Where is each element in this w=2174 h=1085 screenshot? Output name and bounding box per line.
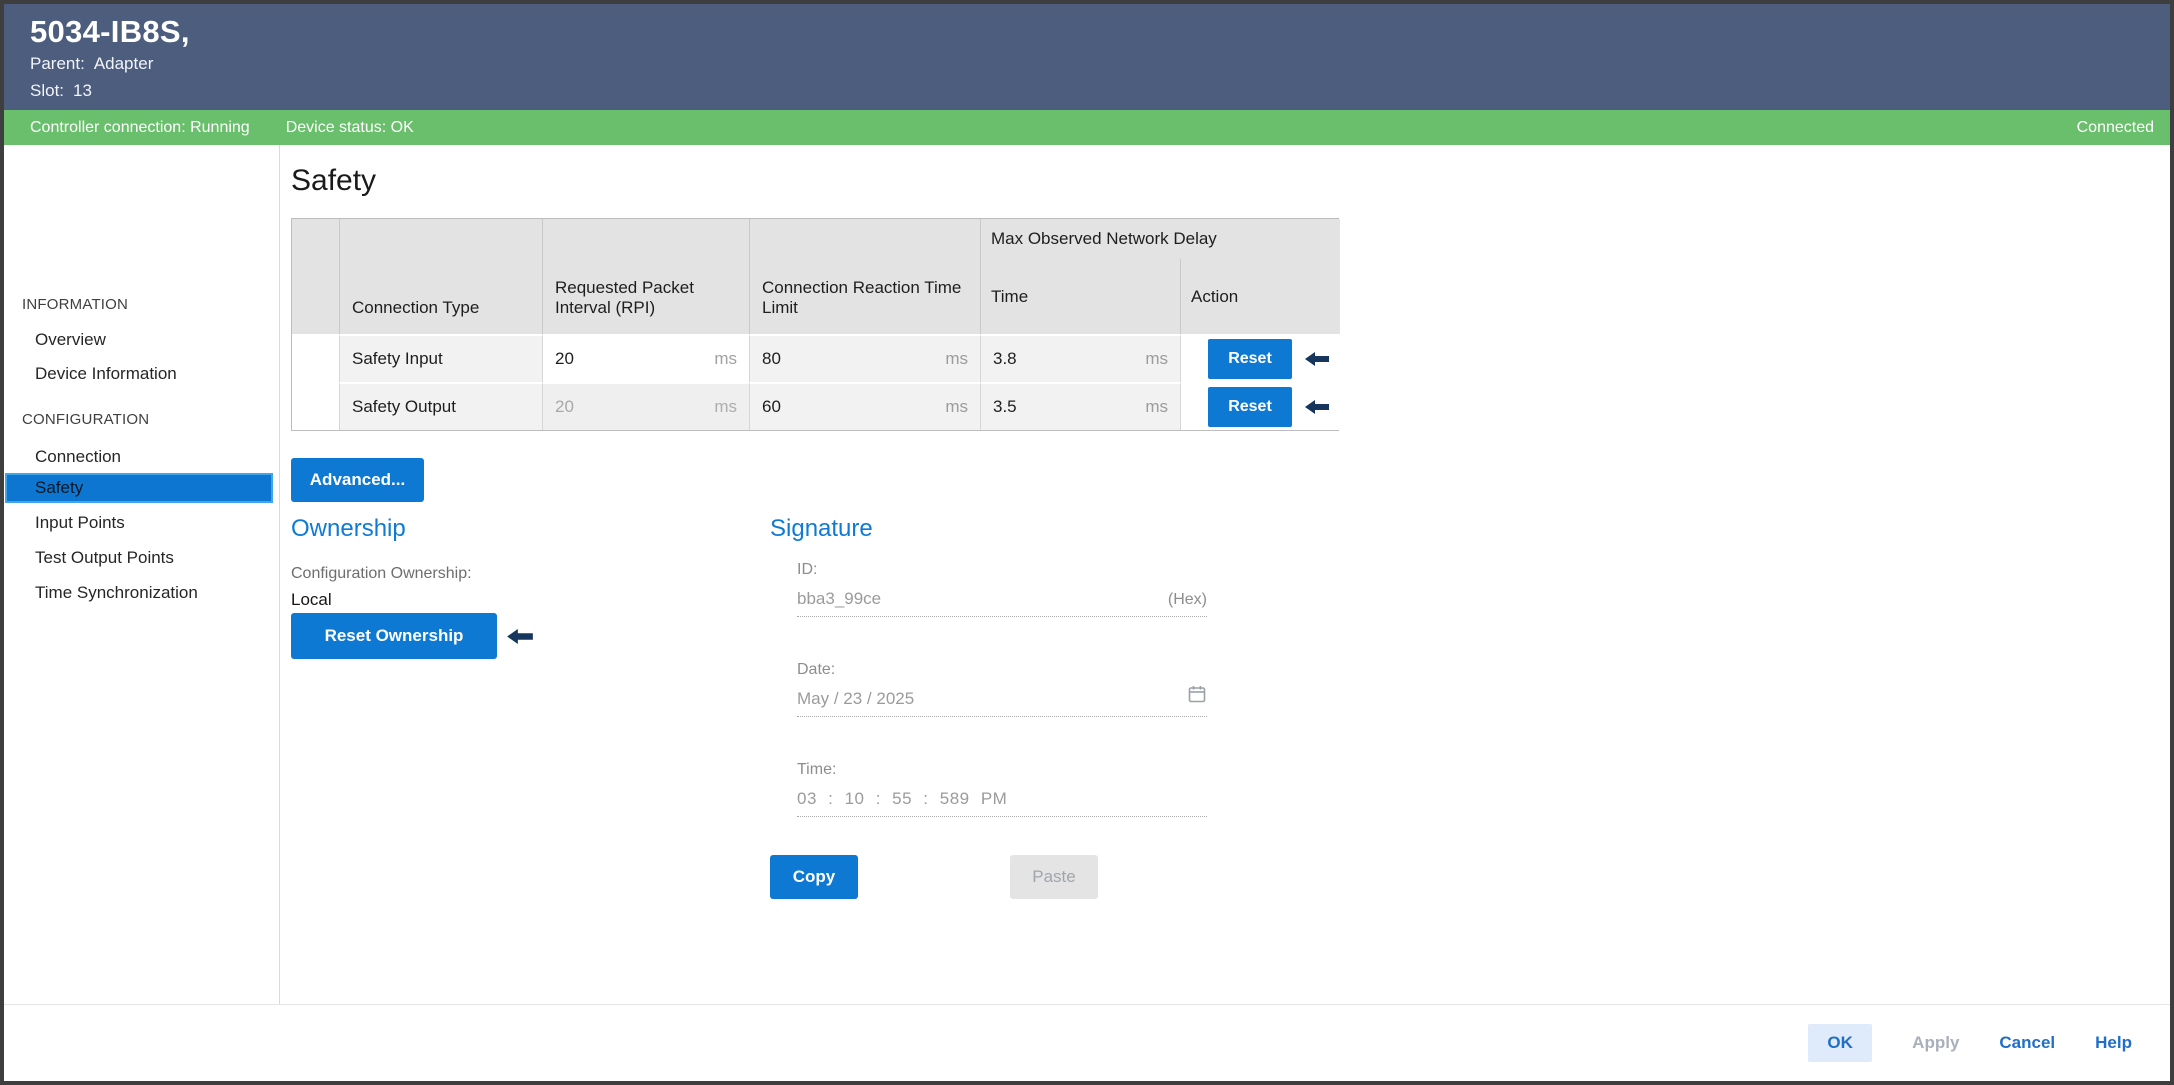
signature-id-hex-suffix: (Hex)	[1168, 591, 1207, 609]
calendar-icon	[1187, 684, 1207, 709]
parent-value: Adapter	[94, 54, 154, 73]
reaction-unit: ms	[945, 349, 968, 369]
reaction-value: 80	[762, 349, 781, 369]
delay-value: 3.5	[993, 397, 1017, 417]
sidebar-section-information: INFORMATION	[22, 296, 128, 313]
signature-id-field: bba3_99ce (Hex)	[797, 581, 1207, 617]
sidebar-item-overview[interactable]: Overview	[35, 330, 106, 350]
delay-unit: ms	[1145, 349, 1168, 369]
cancel-button[interactable]: Cancel	[1999, 1033, 2055, 1053]
rpi-value: 20	[555, 349, 574, 369]
rpi-value: 20	[555, 397, 574, 417]
col-header-empty	[292, 219, 340, 334]
connection-state-badge: Connected	[2077, 119, 2154, 137]
signature-id-value: bba3_99ce	[797, 589, 881, 609]
parent-row: Parent: Adapter	[30, 54, 153, 74]
row-selector	[292, 382, 340, 430]
apply-button: Apply	[1912, 1033, 1959, 1053]
controller-connection-status: Controller connection: Running	[30, 119, 250, 137]
reaction-unit: ms	[945, 397, 968, 417]
reaction-value: 60	[762, 397, 781, 417]
reset-delay-button[interactable]: Reset	[1208, 387, 1292, 427]
status-bar: Controller connection: Running Device st…	[4, 110, 2170, 145]
col-header-connection-type: Connection Type	[340, 219, 543, 334]
slot-label: Slot:	[30, 81, 64, 100]
cell-rpi-input[interactable]: 20 ms	[543, 334, 750, 382]
cell-rpi-input-disabled: 20 ms	[543, 382, 750, 430]
configuration-ownership-value: Local	[291, 590, 332, 610]
sidebar-item-test-output-points[interactable]: Test Output Points	[35, 548, 174, 568]
cell-connection-type: Safety Output	[340, 382, 543, 430]
slot-value: 13	[73, 81, 92, 100]
page-title: Safety	[291, 164, 376, 198]
slot-row: Slot: 13	[30, 81, 92, 101]
sidebar-item-safety[interactable]: Safety	[5, 473, 273, 503]
ownership-heading: Ownership	[291, 515, 406, 543]
row-selector	[292, 334, 340, 382]
signature-time-value: 03 : 10 : 55 : 589 PM	[797, 789, 1007, 809]
signature-date-value: May / 23 / 2025	[797, 689, 914, 709]
cell-action: Reset	[1181, 334, 1340, 382]
parent-label: Parent:	[30, 54, 85, 73]
signature-id-label: ID:	[797, 561, 817, 579]
delay-value: 3.8	[993, 349, 1017, 369]
col-header-rpi: Requested Packet Interval (RPI)	[543, 219, 750, 334]
signature-date-field: May / 23 / 2025	[797, 681, 1207, 717]
module-properties-window: 5034-IB8S, Parent: Adapter Slot: 13 Contro…	[0, 0, 2174, 1085]
configuration-ownership-label: Configuration Ownership:	[291, 565, 472, 583]
sidebar-item-device-information[interactable]: Device Information	[35, 364, 177, 384]
signature-heading: Signature	[770, 515, 873, 543]
cell-max-delay-time: 3.5 ms	[981, 382, 1181, 430]
device-status: Device status: OK	[286, 119, 414, 137]
rpi-unit: ms	[714, 397, 737, 417]
ok-button[interactable]: OK	[1808, 1024, 1872, 1062]
help-button[interactable]: Help	[2095, 1033, 2132, 1053]
sidebar: INFORMATION Overview Device Information …	[4, 145, 280, 1004]
cell-reaction-time-limit: 80 ms	[750, 334, 981, 382]
sidebar-item-input-points[interactable]: Input Points	[35, 513, 125, 533]
signature-date-label: Date:	[797, 661, 835, 679]
signature-time-field: 03 : 10 : 55 : 589 PM	[797, 781, 1207, 817]
cell-reaction-time-limit: 60 ms	[750, 382, 981, 430]
sidebar-item-connection[interactable]: Connection	[35, 447, 121, 467]
paste-signature-button: Paste	[1010, 855, 1098, 899]
sidebar-item-time-synchronization[interactable]: Time Synchronization	[35, 583, 198, 603]
arrow-left-icon	[1305, 400, 1329, 414]
col-header-action: Action	[1181, 259, 1340, 334]
delay-unit: ms	[1145, 397, 1168, 417]
dialog-footer: OK Apply Cancel Help	[4, 1004, 2170, 1081]
reset-ownership-button[interactable]: Reset Ownership	[291, 613, 497, 659]
sidebar-section-configuration: CONFIGURATION	[22, 411, 149, 428]
rpi-unit: ms	[714, 349, 737, 369]
cell-connection-type: Safety Input	[340, 334, 543, 382]
arrow-left-icon	[507, 629, 533, 649]
signature-time-label: Time:	[797, 761, 836, 779]
copy-signature-button[interactable]: Copy	[770, 855, 858, 899]
col-group-header-max-observed-network-delay: Max Observed Network Delay	[981, 219, 1340, 259]
col-header-reaction-time-limit: Connection Reaction Time Limit	[750, 219, 981, 334]
arrow-left-icon	[1305, 352, 1329, 366]
cell-max-delay-time: 3.8 ms	[981, 334, 1181, 382]
device-title: 5034-IB8S,	[30, 14, 190, 50]
safety-connections-table: Connection Type Requested Packet Interva…	[291, 218, 1339, 431]
device-header: 5034-IB8S, Parent: Adapter Slot: 13	[4, 4, 2170, 110]
cell-action: Reset	[1181, 382, 1340, 430]
col-header-time: Time	[981, 259, 1181, 334]
advanced-button[interactable]: Advanced...	[291, 458, 424, 502]
reset-delay-button[interactable]: Reset	[1208, 339, 1292, 379]
